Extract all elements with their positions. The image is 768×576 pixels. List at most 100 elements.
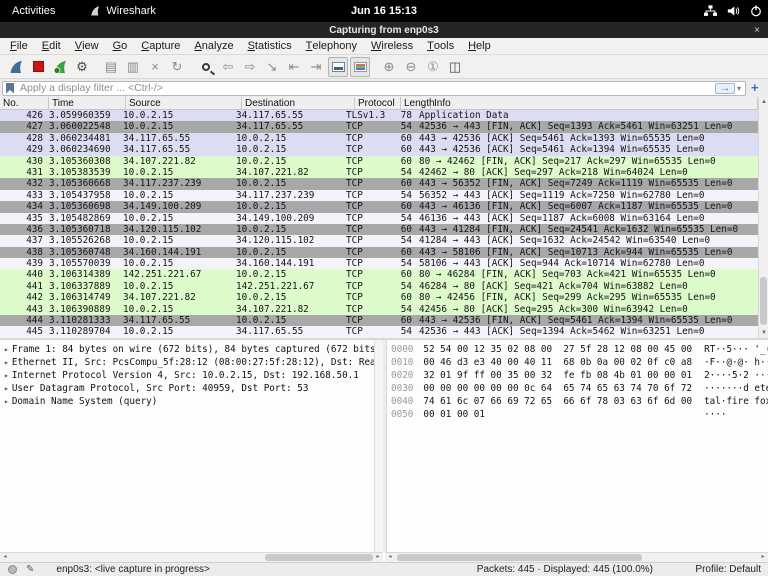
packet-row[interactable]: 4293.06023469034.117.65.5510.0.2.15TCP60… bbox=[0, 144, 758, 155]
detail-line[interactable]: ▸User Datagram Protocol, Src Port: 40959… bbox=[2, 382, 374, 395]
cell-src: 34.149.100.209 bbox=[120, 201, 233, 212]
expander-icon[interactable]: ▸ bbox=[4, 371, 9, 380]
expert-info-icon[interactable] bbox=[8, 565, 17, 574]
window-close-button[interactable]: × bbox=[754, 22, 760, 38]
open-file-button[interactable]: ▤ bbox=[101, 57, 121, 77]
packet-row[interactable]: 4343.10536069834.149.100.20910.0.2.15TCP… bbox=[0, 201, 758, 212]
expander-icon[interactable]: ▸ bbox=[4, 397, 9, 406]
menu-item-statistics[interactable]: Statistics bbox=[241, 38, 299, 54]
filter-input[interactable] bbox=[18, 82, 715, 95]
previous-packet-button[interactable]: ⇦ bbox=[218, 57, 238, 77]
menu-item-wireless[interactable]: Wireless bbox=[364, 38, 420, 54]
resize-columns-button[interactable]: ◫ bbox=[445, 57, 465, 77]
column-header-len[interactable]: Length bbox=[401, 97, 431, 109]
capture-options-button[interactable]: ⚙ bbox=[72, 57, 92, 77]
column-header-no[interactable]: No. bbox=[0, 97, 49, 109]
stop-capture-button[interactable] bbox=[28, 57, 48, 77]
close-file-button[interactable]: × bbox=[145, 57, 165, 77]
scroll-down-icon[interactable]: ▼ bbox=[759, 328, 768, 338]
column-header-dst[interactable]: Destination bbox=[242, 97, 355, 109]
packet-row[interactable]: 4423.10631474934.107.221.8210.0.2.15TCP6… bbox=[0, 292, 758, 303]
packet-row[interactable]: 4383.10536074834.160.144.19110.0.2.15TCP… bbox=[0, 247, 758, 258]
auto-scroll-button[interactable] bbox=[328, 57, 348, 77]
packet-row[interactable]: 4263.05996035910.0.2.1534.117.65.55TLSv1… bbox=[0, 110, 758, 121]
detail-pane-vscrollbar[interactable] bbox=[374, 340, 383, 552]
profile-label[interactable]: Profile: Default bbox=[695, 564, 761, 575]
zoom-in-button[interactable]: ⊕ bbox=[379, 57, 399, 77]
filter-dropdown-caret[interactable]: ▾ bbox=[735, 84, 745, 93]
window-title-bar[interactable]: Capturing from enp0s3 × bbox=[0, 22, 768, 38]
scroll-up-icon[interactable]: ▲ bbox=[759, 97, 768, 107]
detail-line[interactable]: ▸Internet Protocol Version 4, Src: 10.0.… bbox=[2, 369, 374, 382]
menu-item-go[interactable]: Go bbox=[106, 38, 135, 54]
expander-icon[interactable]: ▸ bbox=[4, 345, 9, 354]
hex-pane-hscrollbar[interactable]: ◂ ▸ bbox=[385, 552, 768, 562]
column-header-src[interactable]: Source bbox=[126, 97, 242, 109]
detail-line[interactable]: ▸Frame 1: 84 bytes on wire (672 bits), 8… bbox=[2, 343, 374, 356]
detail-line[interactable]: ▸Ethernet II, Src: PcsCompu_5f:28:12 (08… bbox=[2, 356, 374, 369]
cell-no: 428 bbox=[0, 133, 46, 144]
hex-row[interactable]: 002032 01 9f ff 00 35 00 32 fe fb 08 4b … bbox=[391, 369, 768, 382]
appmenu-button[interactable]: Wireshark bbox=[89, 5, 156, 17]
menu-item-help[interactable]: Help bbox=[461, 38, 498, 54]
vscroll-thumb[interactable] bbox=[760, 277, 767, 325]
packet-row[interactable]: 4453.11028970410.0.2.1534.117.65.55TCP54… bbox=[0, 326, 758, 337]
restart-capture-button[interactable] bbox=[50, 57, 70, 77]
packet-row[interactable]: 4363.10536071834.120.115.10210.0.2.15TCP… bbox=[0, 224, 758, 235]
menu-item-file[interactable]: File bbox=[3, 38, 35, 54]
packet-row[interactable]: 4303.10536030834.107.221.8210.0.2.15TCP6… bbox=[0, 156, 758, 167]
capture-comment-icon[interactable]: ✎ bbox=[26, 565, 34, 575]
packet-row[interactable]: 4413.10633788910.0.2.15142.251.221.67TCP… bbox=[0, 281, 758, 292]
hex-row[interactable]: 003000 00 00 00 00 00 0c 64 65 74 65 63 … bbox=[391, 382, 768, 395]
column-header-proto[interactable]: Protocol bbox=[355, 97, 401, 109]
next-packet-button[interactable]: ⇨ bbox=[240, 57, 260, 77]
packet-row[interactable]: 4283.06023448134.117.65.5510.0.2.15TCP60… bbox=[0, 133, 758, 144]
zoom-original-button[interactable]: ① bbox=[423, 57, 443, 77]
hscroll-thumb[interactable] bbox=[265, 554, 373, 561]
packet-row[interactable]: 4393.10557003910.0.2.1534.160.144.191TCP… bbox=[0, 258, 758, 269]
volume-icon bbox=[727, 5, 740, 17]
hex-row[interactable]: 001000 46 d3 e3 40 00 40 11 68 0b 0a 00 … bbox=[391, 356, 768, 369]
menu-item-analyze[interactable]: Analyze bbox=[187, 38, 240, 54]
column-header-time[interactable]: Time bbox=[49, 97, 126, 109]
menu-item-capture[interactable]: Capture bbox=[134, 38, 187, 54]
zoom-out-button[interactable]: ⊖ bbox=[401, 57, 421, 77]
menu-item-tools[interactable]: Tools bbox=[420, 38, 461, 54]
activities-button[interactable]: Activities bbox=[0, 0, 67, 22]
first-packet-button[interactable]: ⇤ bbox=[284, 57, 304, 77]
menu-item-edit[interactable]: Edit bbox=[35, 38, 68, 54]
filter-bookmark-icon[interactable] bbox=[6, 83, 14, 94]
packet-row[interactable]: 4323.10536066834.117.237.23910.0.2.15TCP… bbox=[0, 178, 758, 189]
packet-row[interactable]: 4333.10543795810.0.2.1534.117.237.239TCP… bbox=[0, 190, 758, 201]
system-tray[interactable] bbox=[704, 0, 762, 22]
detail-line[interactable]: ▸Domain Name System (query) bbox=[2, 395, 374, 408]
packet-row[interactable]: 4273.06002254810.0.2.1534.117.65.55TCP54… bbox=[0, 121, 758, 132]
packet-list-vscrollbar[interactable]: ▲ ▼ bbox=[758, 97, 768, 338]
packet-row[interactable]: 4313.10538353910.0.2.1534.107.221.82TCP5… bbox=[0, 167, 758, 178]
start-capture-button[interactable] bbox=[6, 57, 26, 77]
menu-item-view[interactable]: View bbox=[68, 38, 106, 54]
packet-row[interactable]: 4443.11028133334.117.65.5510.0.2.15TCP60… bbox=[0, 315, 758, 326]
hex-row[interactable]: 005000 01 00 01 ···· bbox=[391, 408, 768, 421]
goto-packet-button[interactable]: ↘ bbox=[262, 57, 282, 77]
cell-no: 444 bbox=[0, 315, 46, 326]
find-packet-button[interactable] bbox=[196, 57, 216, 77]
packet-row[interactable]: 4433.10639088910.0.2.1534.107.221.82TCP5… bbox=[0, 304, 758, 315]
packet-row[interactable]: 4353.10548286910.0.2.1534.149.100.209TCP… bbox=[0, 213, 758, 224]
hscroll-thumb[interactable] bbox=[397, 554, 642, 561]
reload-file-button[interactable]: ↻ bbox=[167, 57, 187, 77]
hex-row[interactable]: 004074 61 6c 07 66 69 72 65 66 6f 78 03 … bbox=[391, 395, 768, 408]
expander-icon[interactable]: ▸ bbox=[4, 358, 9, 367]
expander-icon[interactable]: ▸ bbox=[4, 384, 9, 393]
apply-filter-button[interactable]: → bbox=[715, 83, 735, 94]
colorize-button[interactable] bbox=[350, 57, 370, 77]
last-packet-button[interactable]: ⇥ bbox=[306, 57, 326, 77]
packet-row[interactable]: 4403.106314389142.251.221.6710.0.2.15TCP… bbox=[0, 269, 758, 280]
packet-row[interactable]: 4373.10552626810.0.2.1534.120.115.102TCP… bbox=[0, 235, 758, 246]
detail-pane-hscrollbar[interactable]: ◂ ▸ bbox=[0, 552, 383, 562]
save-file-button[interactable]: ▥ bbox=[123, 57, 143, 77]
hex-row[interactable]: 000052 54 00 12 35 02 08 00 27 5f 28 12 … bbox=[391, 343, 768, 356]
add-filter-button[interactable]: + bbox=[751, 81, 759, 95]
menu-item-telephony[interactable]: Telephony bbox=[299, 38, 364, 54]
column-header-info[interactable]: Info bbox=[431, 97, 758, 109]
